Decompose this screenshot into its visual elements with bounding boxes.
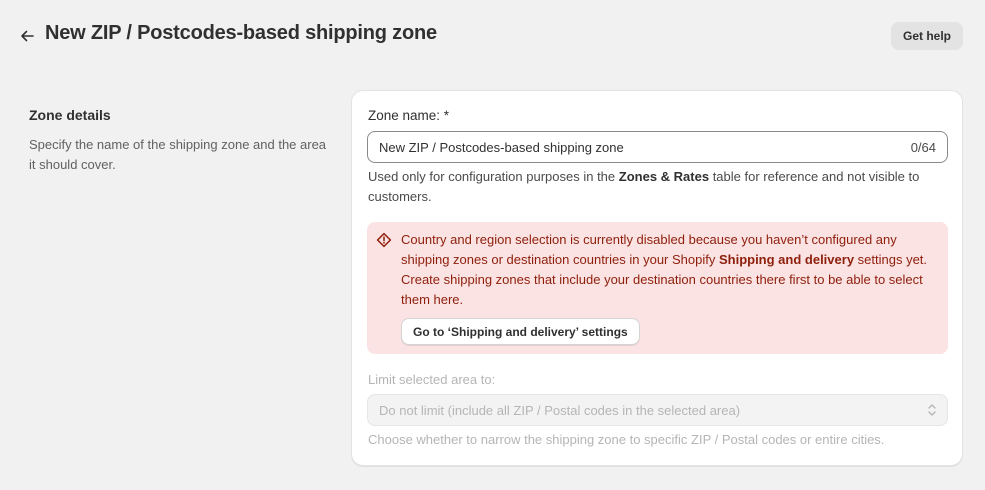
page: New ZIP / Postcodes-based shipping zone … [0,0,985,490]
zone-name-field[interactable]: 0/64 [367,131,948,163]
section-description: Specify the name of the shipping zone an… [29,137,327,172]
zone-name-input[interactable] [379,139,903,155]
shipping-settings-button[interactable]: Go to ‘Shipping and delivery’ settings [401,318,640,345]
help-text-bold: Zones & Rates [618,169,710,184]
zone-name-label: Zone name: * [368,108,450,123]
banner-text-bold: Shipping and delivery [718,252,855,267]
help-text-prefix: Used only for configuration purposes in … [368,169,619,184]
limit-area-help-text: Choose whether to narrow the shipping zo… [368,432,885,447]
section-title: Zone details [29,107,111,123]
banner-message: Country and region selection is currentl… [401,230,941,310]
limit-area-label: Limit selected area to: [368,372,496,387]
alert-diamond-icon [376,232,392,248]
back-button[interactable] [14,24,40,48]
zone-name-help-text: Used only for configuration purposes in … [368,167,952,207]
get-help-button[interactable]: Get help [891,22,963,50]
arrow-left-icon [21,30,34,42]
limit-area-selected-value: Do not limit (include all ZIP / Postal c… [379,402,741,418]
limit-area-select[interactable]: Do not limit (include all ZIP / Postal c… [367,394,948,426]
character-count: 0/64 [910,139,936,155]
critical-banner: Country and region selection is currentl… [367,222,948,354]
page-title: New ZIP / Postcodes-based shipping zone [45,22,437,44]
select-chevron-icon [928,404,936,416]
zone-details-card: Zone name: * 0/64 Used only for configur… [351,90,963,466]
